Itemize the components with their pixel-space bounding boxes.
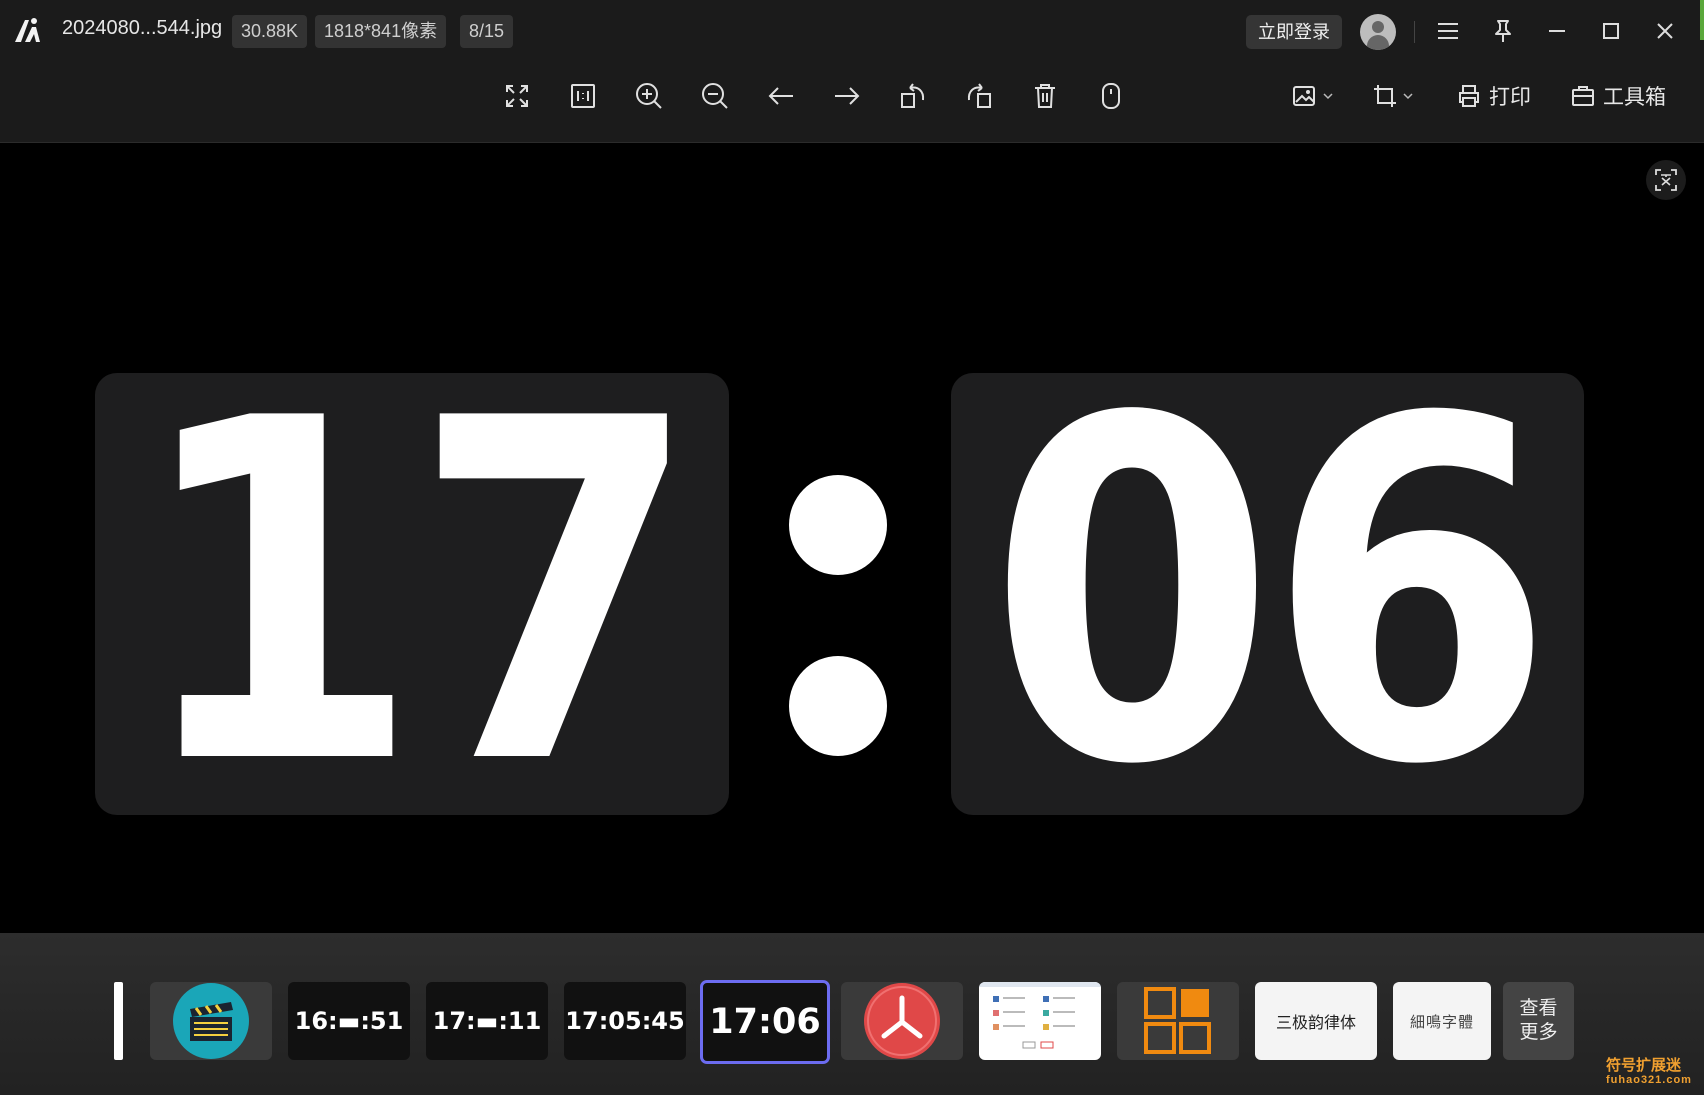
toolbox-label: 工具箱: [1603, 86, 1666, 109]
view-more-label-1: 查看: [1519, 998, 1558, 1019]
file-name: 2024080...544.jpg: [62, 17, 223, 39]
image-position-badge: 8/15: [460, 15, 514, 48]
crop-icon: [1374, 85, 1396, 107]
hours-card: 17: [95, 373, 729, 815]
toolbox-button[interactable]: 工具箱: [1571, 76, 1666, 116]
thumbnail-label: 17:▬:11: [432, 1007, 542, 1035]
mouse-icon: [1102, 83, 1120, 109]
actual-size-icon: [571, 84, 595, 108]
image-edit-dropdown[interactable]: [1292, 76, 1334, 116]
thumbnail-label: 三极韵律体: [1275, 1015, 1356, 1032]
thumbnail-red-app[interactable]: [841, 982, 963, 1060]
actual-size-button[interactable]: [563, 76, 603, 116]
close-icon[interactable]: [1650, 16, 1680, 46]
colon-top-dot: [789, 475, 887, 575]
clapperboard-icon: [173, 983, 249, 1059]
thumbnail-label: 17:06: [709, 1002, 821, 1042]
app-logo-icon: [15, 18, 40, 42]
thumbnail-orange-grid[interactable]: [1117, 982, 1239, 1060]
title-separator: [1414, 21, 1415, 43]
chevron-down-icon: [1323, 93, 1333, 100]
zoom-out-icon: [702, 83, 728, 109]
zoom-in-button[interactable]: [629, 76, 669, 116]
dimensions-badge: 1818*841像素: [315, 15, 447, 48]
colon-bottom-dot: [789, 656, 887, 756]
avatar[interactable]: [1360, 14, 1396, 50]
rotate-left-button[interactable]: [893, 76, 933, 116]
ocr-button[interactable]: [1646, 160, 1686, 200]
thumbnail-font-ximing[interactable]: 細鳴字體: [1393, 982, 1491, 1060]
watermark: 符号扩展迷 fuhao321.com: [1606, 1058, 1692, 1088]
strip-start-marker: [114, 982, 123, 1060]
avatar-head: [1372, 21, 1384, 33]
thumbnail-clock-1706-selected[interactable]: 17:06: [700, 980, 830, 1064]
thumbnail-screenshot[interactable]: [979, 982, 1101, 1060]
thumbnail-label: 16:▬:51: [294, 1007, 404, 1035]
fullscreen-icon: [506, 85, 528, 107]
zoom-in-icon: [636, 83, 662, 109]
mouse-mode-button[interactable]: [1091, 76, 1131, 116]
red-app-icon: [864, 983, 940, 1059]
hours-digits: 17: [133, 373, 700, 815]
title-bar: 2024080...544.jpg 30.88K 1818*841像素 8/15…: [0, 0, 1704, 62]
login-button[interactable]: 立即登录: [1246, 15, 1342, 49]
printer-icon: [1459, 85, 1479, 107]
image-edit-icon: [1293, 86, 1315, 106]
crop-dropdown[interactable]: [1372, 76, 1414, 116]
rotate-right-button[interactable]: [959, 76, 999, 116]
thumbnail-clock-170545[interactable]: 17:05:45: [564, 982, 686, 1060]
print-label: 打印: [1489, 86, 1531, 109]
thumbnail-strip: 16:▬:51 17:▬:11 17:05:45 17:06 三极韵律体 細鳴字…: [0, 933, 1704, 1095]
orange-grid-icon: [1144, 987, 1211, 1054]
avatar-body: [1367, 35, 1389, 50]
menu-icon[interactable]: [1433, 16, 1463, 46]
view-more-label-2: 更多: [1519, 1022, 1558, 1043]
rotate-right-icon: [967, 83, 991, 108]
delete-button[interactable]: [1025, 76, 1065, 116]
arrow-left-icon: [768, 87, 793, 105]
watermark-line2: fuhao321.com: [1606, 1074, 1692, 1086]
fullscreen-button[interactable]: [497, 76, 537, 116]
toolbar: 打印 工具箱: [0, 62, 1704, 143]
next-button[interactable]: [827, 76, 867, 116]
image-viewer[interactable]: 17 06: [0, 143, 1704, 933]
trash-icon: [1035, 84, 1055, 108]
thumbnail-label: 17:05:45: [565, 1007, 685, 1035]
previous-button[interactable]: [761, 76, 801, 116]
thumbnail-label: 細鳴字體: [1409, 1013, 1474, 1031]
thumbnail-clock-1711[interactable]: 17:▬:11: [426, 982, 548, 1060]
rotate-left-icon: [901, 83, 925, 108]
print-button[interactable]: 打印: [1457, 76, 1531, 116]
arrow-right-icon: [835, 87, 860, 105]
view-more-button[interactable]: 查看 更多: [1503, 982, 1574, 1060]
screenshot-preview-icon: [979, 982, 1101, 1049]
thumbnail-clock-1651[interactable]: 16:▬:51: [288, 982, 410, 1060]
chevron-down-icon: [1403, 93, 1413, 100]
watermark-line1: 符号扩展迷: [1606, 1057, 1682, 1074]
thumbnail-clapper[interactable]: [150, 982, 272, 1060]
maximize-icon[interactable]: [1596, 16, 1626, 46]
toolbox-icon: [1572, 86, 1594, 106]
minimize-icon[interactable]: [1542, 16, 1572, 46]
window-edge: [1700, 0, 1704, 40]
minutes-card: 06: [951, 373, 1584, 815]
minutes-digits: 06: [988, 373, 1556, 815]
pin-icon[interactable]: [1488, 16, 1518, 46]
thumbnail-font-sanji[interactable]: 三极韵律体: [1255, 982, 1377, 1060]
text-recognition-icon: [1655, 169, 1677, 191]
zoom-out-button[interactable]: [695, 76, 735, 116]
file-size-badge: 30.88K: [232, 15, 308, 48]
